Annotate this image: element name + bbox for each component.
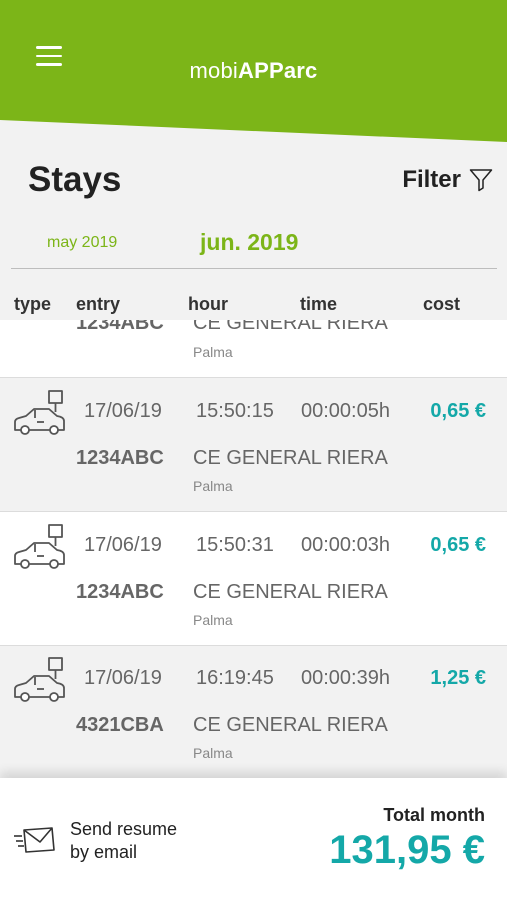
stay-plate: 1234ABC [76,447,164,469]
stay-city: Palma [193,478,233,494]
send-resume-button[interactable]: Send resume by email [12,818,200,864]
stay-row[interactable]: 1234ABC CE GENERAL RIERA Palma [0,320,507,378]
stay-duration: 00:00:39h [301,667,390,689]
filter-label: Filter [402,166,461,193]
stay-city: Palma [193,745,233,761]
total-month-value: 131,95 € [329,828,485,872]
stay-hour: 15:50:15 [196,400,274,422]
stay-entry-date: 17/06/19 [84,534,162,556]
stay-cost: 0,65 € [430,400,486,422]
stay-city: Palma [193,612,233,628]
month-current: jun. 2019 [200,229,299,255]
stay-place: CE GENERAL RIERA [193,581,388,603]
envelope-icon [14,827,55,853]
footer-bar: Send resume by email Total month 131,95 … [0,778,507,900]
stay-row[interactable]: 17/06/19 15:50:15 00:00:05h 0,65 € 1234A… [0,378,507,512]
stay-plate: 1234ABC [76,320,164,334]
app-logo: mobiAPParc [189,58,318,83]
stay-plate: 1234ABC [76,581,164,603]
stay-cost: 0,65 € [430,534,486,556]
stay-hour: 15:50:31 [196,534,274,556]
column-header-hour: hour [188,294,228,314]
stay-city: Palma [193,344,233,360]
send-resume-label: Send resume by email [70,819,178,862]
stay-row[interactable]: 17/06/19 15:50:31 00:00:03h 0,65 € 1234A… [0,512,507,646]
stay-duration: 00:00:05h [301,400,390,422]
car-icon [14,524,65,569]
stay-row[interactable]: 17/06/19 16:19:45 00:00:39h 1,25 € 4321C… [0,646,507,778]
stay-plate: 4321CBA [76,714,164,736]
stay-place: CE GENERAL RIERA [193,714,388,736]
column-header-cost: cost [423,294,461,314]
month-previous[interactable]: may 2019 [47,234,117,252]
filter-icon [469,169,493,192]
stay-hour: 16:19:45 [196,667,274,689]
stay-duration: 00:00:03h [301,534,390,556]
stay-place: CE GENERAL RIERA [193,447,388,469]
divider [11,268,497,269]
car-icon [14,657,65,702]
column-header-time: time [300,294,338,314]
stay-cost: 1,25 € [430,667,486,689]
column-header-entry: entry [76,294,121,314]
page-title: Stays [28,160,122,199]
filter-button[interactable]: Filter [402,166,493,194]
stay-place: CE GENERAL RIERA [193,320,388,334]
column-header-type: type [14,294,52,314]
car-icon [14,390,65,435]
total-month-label: Total month [383,805,485,825]
stay-entry-date: 17/06/19 [84,667,162,689]
app-header: mobiAPParc [0,0,507,145]
stay-entry-date: 17/06/19 [84,400,162,422]
stays-list[interactable]: 1234ABC CE GENERAL RIERA Palma 17/06/19 … [0,320,507,778]
